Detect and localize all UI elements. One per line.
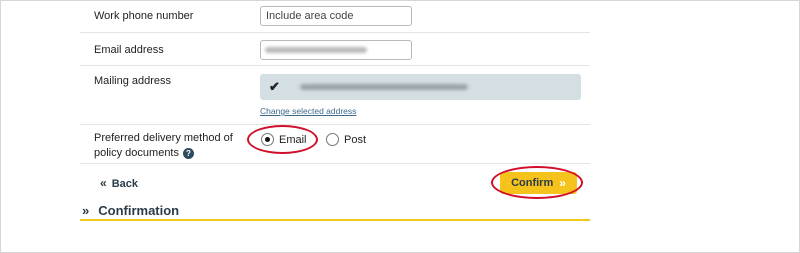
confirmation-section-heading: » Confirmation [82, 203, 179, 218]
work-phone-input[interactable] [260, 6, 412, 26]
checkmark-icon: ✔ [269, 79, 280, 94]
email-row: Email address [80, 33, 590, 66]
selected-address-box: ✔ [260, 74, 581, 100]
delivery-option-post[interactable]: Post [326, 133, 366, 146]
change-address-link[interactable]: Change selected address [260, 106, 356, 116]
delivery-option-email[interactable]: Email [261, 133, 307, 146]
confirm-button-label: Confirm [511, 177, 554, 189]
email-label: Email address [94, 44, 164, 56]
delivery-method-label-line2: policy documents [94, 147, 179, 159]
confirmation-title: Confirmation [98, 203, 180, 218]
mailing-address-row: Mailing address ✔ Change selected addres… [80, 66, 590, 125]
section-divider [80, 219, 590, 221]
email-radio[interactable] [261, 133, 274, 146]
double-chevron-left-icon: « [100, 176, 107, 190]
work-phone-row: Work phone number [80, 0, 590, 33]
confirm-button[interactable]: Confirm » [500, 172, 577, 194]
delivery-method-label: Preferred delivery method of policy docu… [94, 131, 233, 161]
back-button[interactable]: « Back [100, 176, 138, 190]
email-value-redacted [265, 47, 367, 53]
double-chevron-right-icon: » [559, 176, 566, 190]
post-radio-label: Post [344, 133, 367, 146]
post-radio[interactable] [326, 133, 339, 146]
address-value-redacted [300, 84, 468, 90]
mailing-address-label: Mailing address [94, 75, 172, 87]
help-icon[interactable]: ? [183, 147, 194, 159]
delivery-method-row: Preferred delivery method of policy docu… [80, 125, 590, 164]
email-radio-label: Email [279, 133, 307, 146]
section-chevron-icon: » [82, 203, 90, 218]
back-button-label: Back [111, 178, 138, 190]
work-phone-label: Work phone number [94, 10, 194, 22]
delivery-method-label-line1: Preferred delivery method of [94, 132, 233, 144]
email-input[interactable] [260, 40, 412, 60]
